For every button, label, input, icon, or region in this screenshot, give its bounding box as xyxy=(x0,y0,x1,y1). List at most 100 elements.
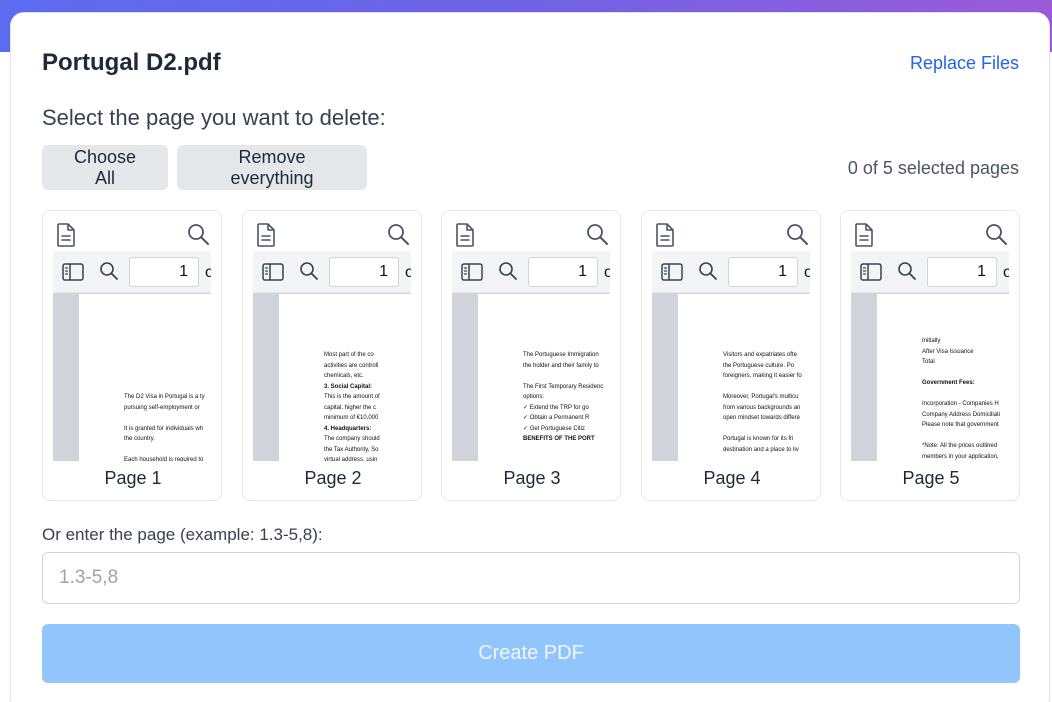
page-total-text: o xyxy=(405,264,411,282)
zoom-icon[interactable] xyxy=(386,222,410,246)
page-preview-paper: Visitors and expatriates ofte the Portugu… xyxy=(678,294,810,461)
document-icon xyxy=(57,223,75,247)
preview-text-line: chemicals, etc. xyxy=(324,373,364,379)
preview-text-line: The First Temporary Residenc xyxy=(523,383,604,390)
select-page-prompt: Select the page you want to delete: xyxy=(42,105,386,130)
preview-text-line: Moreover, Portugal's multicu xyxy=(723,394,799,400)
preview-text-line: minimum of €10,000 xyxy=(324,415,379,421)
page-range-input[interactable] xyxy=(42,552,1020,604)
page-preview-paper: The Portuguese Immigration the holder and… xyxy=(478,294,610,461)
page-total-text: o xyxy=(604,264,610,282)
page-number-input[interactable] xyxy=(129,257,199,287)
preview-text-line: options: xyxy=(523,394,545,400)
choose-all-button[interactable]: Choose All xyxy=(42,145,168,190)
page-preview-paper: The D2 Visa in Portugal is a ty pursuing … xyxy=(79,294,211,461)
selected-pages-count: 0 of 5 selected pages xyxy=(847,158,1019,178)
page-preview-paper: Initially After Visa Issuance Total Governm… xyxy=(877,294,1009,461)
preview-text-line: ✓ Obtain a Permanent R xyxy=(523,415,590,421)
page-total-text: o xyxy=(804,264,810,282)
zoom-icon[interactable] xyxy=(186,222,210,246)
preview-text-line: Company Address Domiciliati xyxy=(922,411,1001,418)
sidebar-toggle-icon[interactable] xyxy=(262,263,284,281)
page-thumbnails: o The D2 Visa in Portugal is a ty pursuin… xyxy=(42,210,1022,502)
pdf-viewer-toolbar: o xyxy=(652,251,810,293)
search-icon[interactable] xyxy=(299,261,319,281)
pdf-preview: o The D2 Visa in Portugal is a ty pursuin… xyxy=(53,251,211,461)
preview-text-line: The company should xyxy=(324,436,380,442)
search-icon[interactable] xyxy=(99,261,119,281)
preview-text-line: Most part of the co xyxy=(324,352,374,358)
page-thumbnail-3[interactable]: o The Portuguese Immigration the holder a… xyxy=(441,210,621,501)
preview-text-line: activities are controll xyxy=(324,362,379,369)
preview-text-line: the Tax Authority, So xyxy=(324,446,379,453)
page-preview-paper: Most part of the co activities are contro… xyxy=(279,294,411,461)
page-number-input[interactable] xyxy=(728,257,798,287)
preview-text-line: Visitors and expatriates ofte xyxy=(723,352,797,358)
sidebar-toggle-icon[interactable] xyxy=(62,263,84,281)
preview-text-line: the country. xyxy=(124,436,155,442)
pdf-preview: o The Portuguese Immigration the holder a… xyxy=(452,251,610,461)
page-label: Page 3 xyxy=(503,468,561,488)
preview-text-line: members in your application, xyxy=(922,453,999,460)
pdf-viewer-toolbar: o xyxy=(851,251,1009,293)
delete-pages-card: Portugal D2.pdf Replace Files Select the… xyxy=(10,12,1050,702)
search-icon[interactable] xyxy=(498,261,518,281)
page-label: Page 1 xyxy=(104,468,162,488)
preview-text-line: destination and a place to liv xyxy=(723,446,799,453)
document-icon xyxy=(855,223,873,247)
preview-text-line: After Visa Issuance xyxy=(922,348,974,355)
page-total-text: o xyxy=(1003,264,1009,282)
page-thumbnail-4[interactable]: o Visitors and expatriates ofte the Portu… xyxy=(641,210,821,501)
page-thumbnail-2[interactable]: o Most part of the co activities are cont… xyxy=(242,210,422,501)
page-number-input[interactable] xyxy=(927,257,997,287)
page-thumbnail-5[interactable]: o Initially After Visa Issuance Total Gover… xyxy=(840,210,1020,501)
preview-text-line: 3. Social Capital: xyxy=(324,383,373,390)
page-label: Page 5 xyxy=(902,468,960,488)
preview-text-line: Total xyxy=(922,359,935,365)
page-range-label: Or enter the page (example: 1.3-5,8): xyxy=(42,525,323,544)
preview-text-line: BENEFITS OF THE PORT xyxy=(523,436,595,442)
page-thumbnail-1[interactable]: o The D2 Visa in Portugal is a ty pursuin… xyxy=(42,210,222,501)
document-icon xyxy=(656,223,674,247)
preview-text-line: This is the amount of xyxy=(324,394,380,400)
preview-text-line: The Portuguese Immigration xyxy=(523,352,599,358)
preview-text-line: foreigners, making it easier fo xyxy=(723,373,802,379)
preview-text-line: The D2 Visa in Portugal is a ty xyxy=(124,394,205,400)
sidebar-toggle-icon[interactable] xyxy=(661,263,683,281)
preview-text-line: 4. Headquarters: xyxy=(324,425,372,432)
zoom-icon[interactable] xyxy=(984,222,1008,246)
pdf-preview: o Initially After Visa Issuance Total Gover… xyxy=(851,251,1009,461)
page-label: Page 2 xyxy=(304,468,362,488)
preview-text-line: Incorporation - Companies H xyxy=(922,401,999,407)
page-number-input[interactable] xyxy=(528,257,598,287)
preview-text-line: the Portuguese culture. Po xyxy=(723,362,795,369)
sidebar-toggle-icon[interactable] xyxy=(461,263,483,281)
pdf-preview: o Visitors and expatriates ofte the Portu… xyxy=(652,251,810,461)
replace-files-link[interactable]: Replace Files xyxy=(910,53,1019,74)
preview-text-line: virtual address, usin xyxy=(324,457,378,461)
sidebar-toggle-icon[interactable] xyxy=(860,263,882,281)
zoom-icon[interactable] xyxy=(585,222,609,246)
preview-text-line: capital, higher the c xyxy=(324,404,377,411)
preview-text-line: ✓ Get Portuguese Citiz xyxy=(523,425,586,432)
preview-text-line: Government Fees: xyxy=(922,380,975,386)
document-icon xyxy=(456,223,474,247)
search-icon[interactable] xyxy=(897,261,917,281)
preview-text-line: *Note: All the prices outlined xyxy=(922,443,998,449)
file-title: Portugal D2.pdf xyxy=(42,49,221,76)
page-number-input[interactable] xyxy=(329,257,399,287)
preview-text-line: ✓ Extend the TRP for go xyxy=(523,404,589,411)
search-icon[interactable] xyxy=(698,261,718,281)
preview-text-line: Portugal is known for its fri xyxy=(723,436,794,442)
preview-text-line: Each household is required to xyxy=(124,457,204,461)
page-total-text: o xyxy=(205,264,211,282)
pdf-viewer-toolbar: o xyxy=(452,251,610,293)
preview-text-line: the holder and their family to xyxy=(523,362,599,369)
remove-everything-button[interactable]: Remove everything xyxy=(177,145,367,190)
preview-text-line: from various backgrounds an xyxy=(723,404,801,411)
page-label: Page 4 xyxy=(703,468,761,488)
create-pdf-button[interactable]: Create PDF xyxy=(42,624,1020,683)
preview-text-line: open mindset towards differe xyxy=(723,415,800,421)
zoom-icon[interactable] xyxy=(785,222,809,246)
preview-text-line: Initially xyxy=(922,338,941,344)
